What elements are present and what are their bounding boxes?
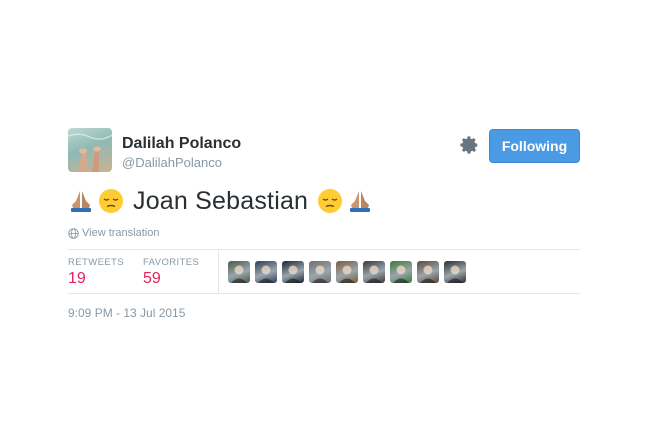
avatar-photo-icon <box>68 133 112 172</box>
stats-separator <box>218 249 219 293</box>
favoriter-avatar[interactable] <box>363 261 385 283</box>
person-silhouette-icon <box>420 265 436 283</box>
globe-icon <box>68 227 79 239</box>
retweets-stat[interactable]: RETWEETS 19 <box>68 257 124 288</box>
favoriter-avatar[interactable] <box>228 261 250 283</box>
favoriters-list <box>228 261 471 283</box>
retweets-label: RETWEETS <box>68 257 124 268</box>
retweets-count: 19 <box>68 270 86 287</box>
person-silhouette-icon <box>258 265 274 283</box>
favoriter-avatar[interactable] <box>282 261 304 283</box>
favoriter-avatar[interactable] <box>336 261 358 283</box>
favoriter-avatar[interactable] <box>309 261 331 283</box>
user-avatar[interactable] <box>68 128 112 172</box>
favorites-label: FAVORITES <box>143 257 200 268</box>
favorites-stat[interactable]: FAVORITES 59 <box>143 257 199 288</box>
favoriter-avatar[interactable] <box>255 261 277 283</box>
favoriter-avatar[interactable] <box>417 261 439 283</box>
tweet-timestamp[interactable]: 9:09 PM - 13 Jul 2015 <box>68 306 185 320</box>
divider-top <box>68 249 580 250</box>
person-silhouette-icon <box>366 265 382 283</box>
favoriter-avatar[interactable] <box>390 261 412 283</box>
person-silhouette-icon <box>339 265 355 283</box>
pensive-face-emoji-icon <box>318 189 343 213</box>
person-silhouette-icon <box>285 265 301 283</box>
folded-hands-emoji-icon <box>350 191 371 212</box>
pensive-face-emoji-icon <box>99 189 123 213</box>
folded-hands-emoji-icon <box>71 191 91 212</box>
tweet-text: Joan Sebastian <box>68 184 373 218</box>
following-button[interactable]: Following <box>489 129 580 163</box>
user-handle[interactable]: @DalilahPolanco <box>122 155 222 170</box>
gear-icon[interactable] <box>458 134 480 156</box>
person-silhouette-icon <box>393 265 409 283</box>
view-translation-label: View translation <box>82 227 160 239</box>
divider-bottom <box>68 293 580 294</box>
person-silhouette-icon <box>312 265 328 283</box>
favorites-count: 59 <box>143 270 161 287</box>
view-translation-link[interactable]: View translation <box>68 227 159 239</box>
user-name[interactable]: Dalilah Polanco <box>122 135 241 153</box>
person-silhouette-icon <box>447 265 463 283</box>
favoriter-avatar[interactable] <box>444 261 466 283</box>
tweet-words: Joan Sebastian <box>133 186 309 215</box>
person-silhouette-icon <box>231 265 247 283</box>
